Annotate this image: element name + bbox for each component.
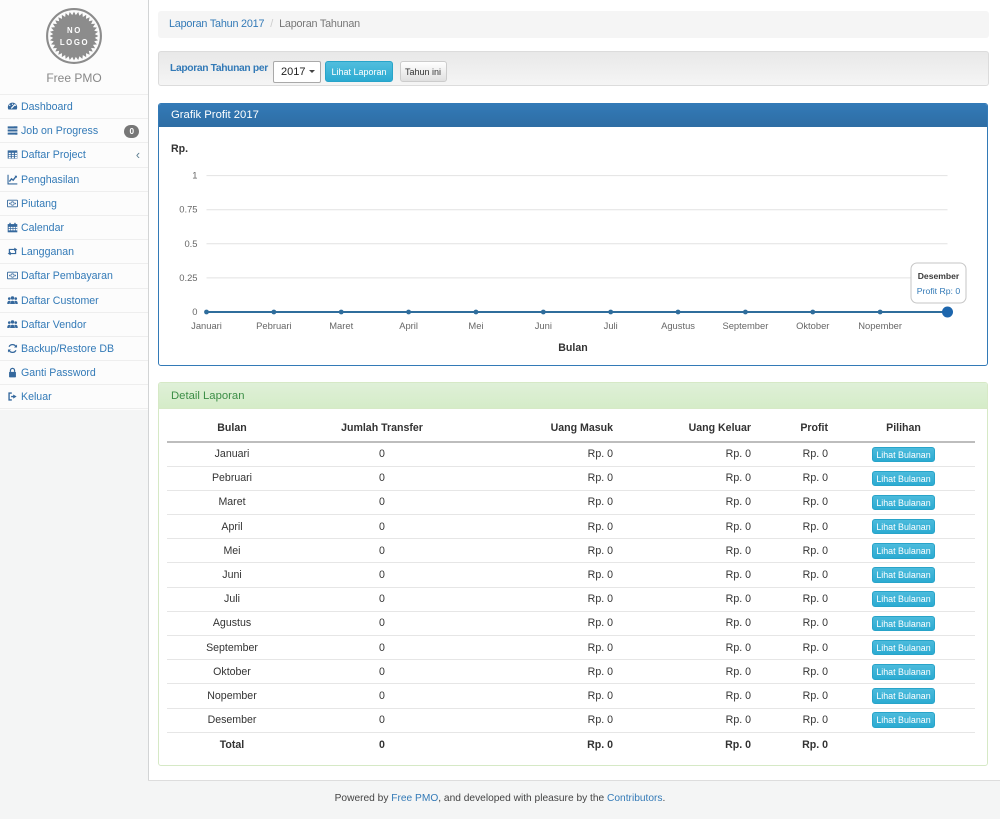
svg-text:0.75: 0.75	[179, 204, 197, 215]
svg-text:Mei: Mei	[468, 320, 483, 331]
svg-text:0: 0	[192, 306, 197, 317]
svg-text:Desember: Desember	[918, 271, 960, 281]
svg-text:Oktober: Oktober	[796, 320, 829, 331]
svg-text:Pebruari: Pebruari	[256, 320, 291, 331]
svg-text:September: September	[722, 320, 768, 331]
svg-text:Bulan: Bulan	[558, 342, 587, 354]
svg-text:Januari: Januari	[191, 320, 222, 331]
svg-text:Rp.: Rp.	[171, 143, 188, 155]
svg-text:1: 1	[192, 170, 197, 181]
svg-text:April: April	[399, 320, 418, 331]
svg-text:0.5: 0.5	[184, 238, 197, 249]
svg-text:Juli: Juli	[604, 320, 618, 331]
svg-text:Profit Rp: 0: Profit Rp: 0	[917, 286, 961, 296]
svg-text:Maret: Maret	[329, 320, 353, 331]
svg-text:Juni: Juni	[535, 320, 552, 331]
svg-text:LOGO: LOGO	[60, 38, 89, 47]
svg-text:0.25: 0.25	[179, 272, 197, 283]
svg-text:Nopember: Nopember	[858, 320, 902, 331]
svg-text:Agustus: Agustus	[661, 320, 695, 331]
svg-text:NO: NO	[67, 26, 82, 35]
